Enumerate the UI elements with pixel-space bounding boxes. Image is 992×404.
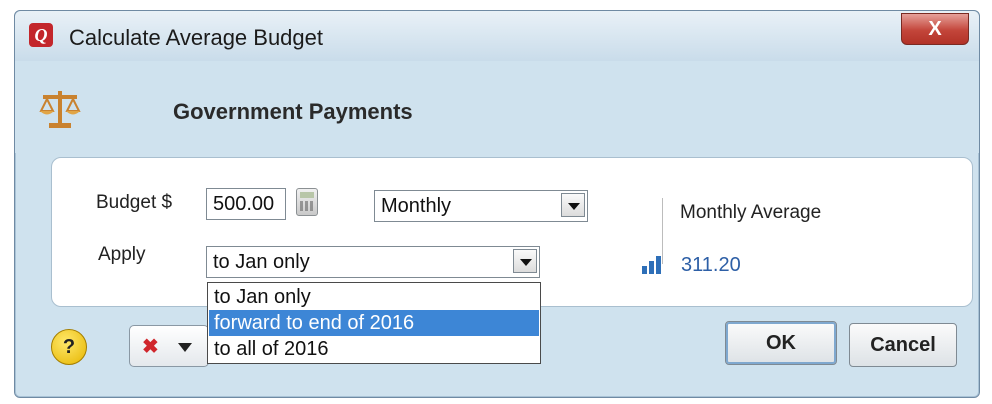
budget-amount-input[interactable]: 500.00: [206, 188, 286, 220]
close-button[interactable]: X: [901, 13, 969, 45]
apply-option[interactable]: to Jan only: [209, 284, 539, 310]
vertical-divider: [662, 198, 663, 264]
payee-title: Government Payments: [173, 99, 413, 124]
bar-chart-icon: [642, 256, 664, 274]
delete-icon: ✖: [142, 336, 159, 358]
header-band: [15, 61, 979, 153]
help-button[interactable]: ?: [51, 329, 87, 365]
monthly-average-label: Monthly Average: [680, 202, 822, 223]
chevron-down-icon: [178, 343, 192, 352]
apply-option[interactable]: to all of 2016: [209, 336, 539, 362]
apply-label: Apply: [98, 244, 146, 265]
apply-select[interactable]: to Jan only: [206, 246, 540, 278]
apply-dropdown-list[interactable]: to Jan only forward to end of 2016 to al…: [207, 282, 541, 364]
chevron-down-icon[interactable]: [513, 249, 537, 273]
period-select-value: Monthly: [381, 195, 452, 217]
apply-option-highlighted[interactable]: forward to end of 2016: [209, 310, 539, 336]
chevron-down-icon[interactable]: [561, 193, 585, 217]
app-icon: Q: [29, 23, 53, 47]
budget-label: Budget $: [96, 192, 173, 213]
cancel-button[interactable]: Cancel: [849, 323, 957, 367]
scales-icon: [39, 91, 81, 128]
period-select[interactable]: Monthly: [374, 190, 588, 222]
monthly-average-value[interactable]: 311.20: [681, 254, 741, 277]
apply-select-value: to Jan only: [213, 251, 310, 273]
calculator-icon[interactable]: [296, 188, 318, 216]
ok-button[interactable]: OK: [725, 321, 837, 365]
title-bar[interactable]: Q Calculate Average Budget X: [15, 11, 979, 61]
delete-menu-button[interactable]: ✖: [129, 325, 209, 367]
window-title: Calculate Average Budget: [69, 25, 323, 50]
